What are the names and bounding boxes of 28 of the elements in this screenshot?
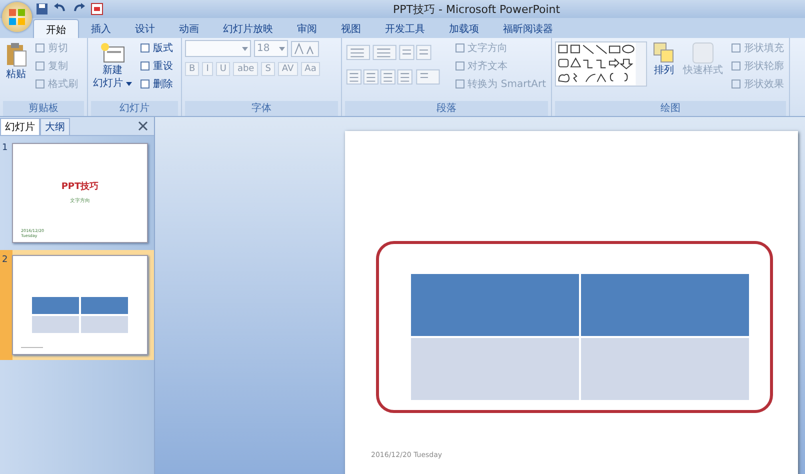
group-label: 字体	[185, 101, 338, 116]
ribbon-button[interactable]: 版式	[138, 40, 176, 56]
group-label: 绘图	[555, 101, 786, 116]
slide-thumbnail-row[interactable]: 2	[0, 250, 154, 360]
ribbon-tab[interactable]: 动画	[167, 19, 211, 38]
pane-tab[interactable]: 幻灯片	[0, 118, 40, 135]
ribbon-tab[interactable]: 福昕阅读器	[491, 19, 565, 38]
ribbon-button[interactable]: 重设	[138, 58, 176, 74]
slide-number: 2	[2, 255, 9, 267]
group-label: 幻灯片	[91, 101, 178, 116]
ribbon-button[interactable]: 删除	[138, 76, 176, 92]
ribbon-tab[interactable]: 设计	[123, 19, 167, 38]
paste-button[interactable]: 粘贴	[3, 40, 29, 83]
pane-tab[interactable]: 大纲	[40, 118, 70, 135]
ribbon-tab[interactable]: 插入	[79, 19, 123, 38]
ribbon-tab[interactable]: 幻灯片放映	[211, 19, 285, 38]
ribbon-tab[interactable]: 开发工具	[373, 19, 437, 38]
group-label: 段落	[345, 101, 548, 116]
new-slide-button[interactable]: 新建 幻灯片	[91, 40, 134, 92]
window-title: PPT技巧 - Microsoft PowerPoint	[393, 2, 560, 16]
arrange-button[interactable]: 排列	[651, 40, 677, 79]
thumbnail-title: PPT技巧	[61, 180, 99, 193]
slide-number: 1	[2, 143, 9, 155]
ribbon-tab[interactable]: 加载项	[437, 19, 491, 38]
ribbon-tab[interactable]: 审阅	[285, 19, 329, 38]
group-label: 剪贴板	[3, 101, 84, 116]
ribbon-tab[interactable]: 开始	[33, 19, 79, 38]
ribbon-tab[interactable]: 视图	[329, 19, 373, 38]
